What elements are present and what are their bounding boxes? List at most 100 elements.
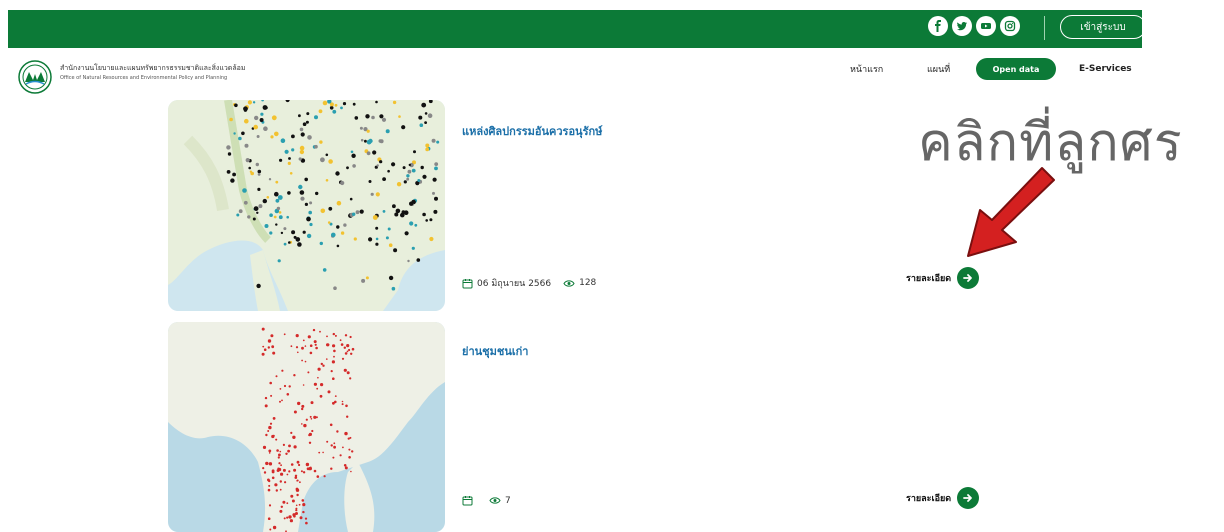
login-button[interactable]: เข้าสู่ระบบ bbox=[1060, 15, 1146, 39]
map-point-marker bbox=[429, 218, 433, 222]
map-point-marker bbox=[275, 198, 280, 203]
map-point-marker bbox=[388, 243, 393, 247]
map-point-marker bbox=[404, 231, 409, 236]
map-point-marker bbox=[335, 171, 340, 176]
map-point-marker bbox=[336, 200, 342, 206]
map-point-marker bbox=[424, 121, 427, 124]
org-logo[interactable] bbox=[18, 60, 52, 94]
map-point-marker bbox=[295, 504, 298, 507]
map-point-marker bbox=[263, 126, 268, 131]
map-point-marker bbox=[304, 517, 308, 520]
map-point-marker bbox=[279, 388, 282, 390]
map-point-marker bbox=[346, 415, 349, 418]
map-point-marker bbox=[262, 445, 267, 449]
card-detail-link[interactable]: รายละเอียด bbox=[906, 267, 980, 289]
map-point-marker bbox=[296, 460, 300, 464]
map-point-marker bbox=[283, 384, 287, 388]
map-point-marker bbox=[308, 433, 311, 437]
card-detail-link[interactable]: รายละเอียด bbox=[906, 487, 980, 509]
map-point-marker bbox=[295, 488, 300, 492]
map-point-marker bbox=[355, 210, 360, 215]
map-point-marker bbox=[351, 450, 354, 453]
map-point-marker bbox=[278, 453, 281, 457]
map-point-marker bbox=[296, 479, 299, 482]
map-point-marker bbox=[436, 140, 440, 144]
youtube-icon[interactable] bbox=[976, 16, 996, 36]
map-point-marker bbox=[431, 138, 436, 143]
map-point-marker bbox=[360, 138, 364, 142]
card-thumbnail-map[interactable] bbox=[168, 322, 445, 532]
map-point-marker bbox=[295, 237, 301, 242]
map-point-marker bbox=[290, 345, 293, 348]
instagram-icon[interactable] bbox=[1000, 16, 1020, 36]
map-point-marker bbox=[350, 470, 352, 473]
map-point-marker bbox=[284, 481, 287, 484]
nav-eservices[interactable]: E-Services bbox=[1079, 58, 1132, 80]
map-point-marker bbox=[352, 164, 356, 168]
map-point-marker bbox=[243, 200, 248, 205]
map-point-marker bbox=[298, 157, 302, 161]
map-point-marker bbox=[344, 431, 348, 436]
map-point-marker bbox=[268, 504, 272, 507]
map-point-marker bbox=[256, 283, 261, 289]
map-point-marker bbox=[332, 377, 335, 380]
map-point-marker bbox=[278, 211, 282, 214]
nav-open-data[interactable]: Open data bbox=[976, 58, 1056, 80]
map-point-marker bbox=[407, 169, 412, 174]
map-point-marker bbox=[248, 166, 251, 170]
map-point-marker bbox=[309, 344, 313, 347]
map-point-marker bbox=[269, 213, 273, 217]
map-point-marker bbox=[322, 451, 324, 454]
map-point-marker bbox=[348, 448, 351, 451]
map-point-marker bbox=[238, 136, 242, 141]
map-point-marker bbox=[348, 456, 351, 459]
map-point-marker bbox=[298, 503, 301, 506]
map-point-marker bbox=[302, 471, 306, 474]
map-point-marker bbox=[271, 469, 275, 473]
nav-map[interactable]: แผนที่ bbox=[927, 58, 950, 80]
map-point-marker bbox=[408, 163, 411, 167]
map-point-marker bbox=[313, 382, 317, 386]
map-point-marker bbox=[301, 359, 303, 362]
map-point-marker bbox=[425, 219, 429, 222]
map-point-marker bbox=[322, 268, 327, 272]
arrow-right-icon[interactable] bbox=[957, 487, 980, 509]
map-point-marker bbox=[315, 191, 319, 196]
twitter-icon[interactable] bbox=[952, 16, 972, 36]
map-point-marker bbox=[411, 168, 416, 173]
map-point-marker bbox=[354, 116, 359, 120]
map-point-marker bbox=[289, 172, 293, 175]
facebook-icon[interactable] bbox=[928, 16, 948, 36]
map-point-marker bbox=[297, 242, 302, 247]
map-point-marker bbox=[396, 182, 402, 187]
map-point-marker bbox=[304, 360, 307, 363]
map-point-marker bbox=[403, 180, 407, 184]
map-point-marker bbox=[351, 153, 356, 158]
map-point-marker bbox=[281, 369, 284, 372]
map-point-marker bbox=[333, 349, 336, 353]
map-point-marker bbox=[333, 355, 335, 358]
card-date: 06 มิถุนายน 2566 bbox=[477, 279, 552, 289]
card-title[interactable]: ย่านชุมชนเก่า bbox=[462, 342, 528, 360]
card-title[interactable]: แหล่งศิลปกรรมอันควรอนุรักษ์ bbox=[462, 122, 602, 140]
map-point-marker bbox=[279, 509, 283, 513]
map-point-marker bbox=[425, 147, 430, 152]
map-point-marker bbox=[392, 204, 396, 209]
map-point-marker bbox=[295, 512, 298, 515]
map-point-marker bbox=[286, 516, 289, 519]
map-point-marker bbox=[327, 221, 331, 224]
map-point-marker bbox=[359, 126, 363, 130]
map-point-marker bbox=[305, 418, 308, 421]
map-point-marker bbox=[298, 463, 301, 467]
card-thumbnail-map[interactable] bbox=[168, 100, 445, 311]
map-point-marker bbox=[301, 407, 304, 411]
map-point-marker bbox=[286, 215, 289, 219]
nav-home[interactable]: หน้าแรก bbox=[850, 58, 883, 80]
map-point-marker bbox=[318, 451, 321, 454]
map-point-marker bbox=[359, 209, 364, 214]
map-point-marker bbox=[368, 237, 373, 242]
map-point-marker bbox=[300, 470, 303, 473]
map-point-marker bbox=[284, 149, 289, 154]
map-point-marker bbox=[278, 215, 283, 220]
arrow-right-icon[interactable] bbox=[957, 267, 980, 289]
